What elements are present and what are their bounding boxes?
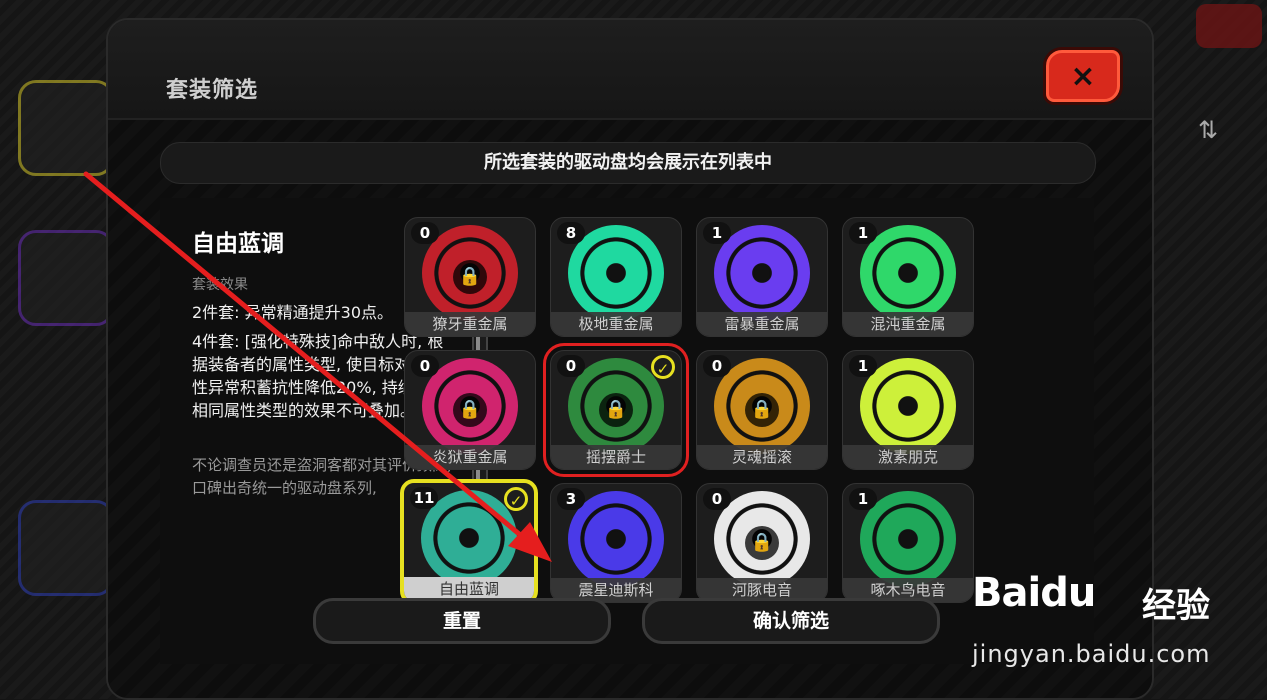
effect-label: 套装效果 — [192, 277, 248, 293]
lock-icon: 🔒 — [599, 393, 633, 427]
set-card[interactable]: 8 极地重金属 — [550, 217, 682, 337]
checkmark-icon: ✓ — [651, 355, 675, 379]
owned-count: 0 — [411, 355, 439, 377]
set-card[interactable]: 1 雷暴重金属 — [696, 217, 828, 337]
set-card[interactable]: 11 ✓ 自由蓝调 — [400, 479, 538, 605]
set-card-name: 灵魂摇滚 — [697, 445, 827, 469]
owned-count: 0 — [557, 355, 585, 377]
owned-count: 0 — [703, 488, 731, 510]
checkmark-icon: ✓ — [504, 487, 528, 511]
owned-count: 0 — [703, 355, 731, 377]
watermark-text: 经验 — [1142, 586, 1210, 626]
watermark-url: jingyan.baidu.com — [972, 640, 1211, 668]
notice-banner: 所选套装的驱动盘均会展示在列表中 — [160, 142, 1096, 184]
background-card — [18, 500, 114, 596]
owned-count: 11 — [410, 487, 438, 509]
reset-button[interactable]: 重置 — [313, 598, 611, 644]
set-card-name: 混沌重金属 — [843, 312, 973, 336]
set-card-name: 雷暴重金属 — [697, 312, 827, 336]
set-card[interactable]: 1 混沌重金属 — [842, 217, 974, 337]
dialog-header: 套装筛选 × — [108, 20, 1152, 120]
owned-count: 1 — [703, 222, 731, 244]
set-card-name: 炎狱重金属 — [405, 445, 535, 469]
baidu-watermark: Baidu 经验 jingyan.baidu.com — [972, 570, 1262, 690]
set-card[interactable]: 1 激素朋克 — [842, 350, 974, 470]
sort-icon[interactable]: ⇅ — [1190, 112, 1226, 148]
owned-count: 1 — [849, 488, 877, 510]
set-card-name: 摇摆爵士 — [551, 445, 681, 469]
owned-count: 8 — [557, 222, 585, 244]
lock-icon: 🔒 — [745, 393, 779, 427]
baidu-logo: Baidu — [972, 570, 1096, 616]
lock-icon: 🔒 — [453, 260, 487, 294]
set-card[interactable]: 0 🔒 炎狱重金属 — [404, 350, 536, 470]
owned-count: 1 — [849, 222, 877, 244]
confirm-filter-button[interactable]: 确认筛选 — [642, 598, 940, 644]
set-card[interactable]: 1 啄木鸟电音 — [842, 483, 974, 603]
dialog-title: 套装筛选 — [166, 78, 259, 103]
set-name: 自由蓝调 — [192, 231, 284, 257]
owned-count: 1 — [849, 355, 877, 377]
close-icon: × — [1070, 58, 1096, 94]
background-card — [18, 230, 114, 326]
set-card[interactable]: 0 🔒 獠牙重金属 — [404, 217, 536, 337]
set-card-name: 极地重金属 — [551, 312, 681, 336]
set-card-name: 激素朋克 — [843, 445, 973, 469]
set-card[interactable]: 0 🔒 河豚电音 — [696, 483, 828, 603]
set-card-name: 獠牙重金属 — [405, 312, 535, 336]
owned-count: 3 — [557, 488, 585, 510]
lock-icon: 🔒 — [745, 526, 779, 560]
content-area: 自由蓝调 套装效果 2件套: 异常精通提升30点。 4件套: [强化特殊技]命中… — [160, 198, 1094, 664]
background-close-button — [1196, 4, 1262, 48]
owned-count: 0 — [411, 222, 439, 244]
lock-icon: 🔒 — [453, 393, 487, 427]
set-card[interactable]: 3 震星迪斯科 — [550, 483, 682, 603]
background-card — [18, 80, 114, 176]
set-card[interactable]: 0 🔒 ✓ 摇摆爵士 — [543, 343, 689, 477]
close-button[interactable]: × — [1046, 50, 1120, 102]
set-card[interactable]: 0 🔒 灵魂摇滚 — [696, 350, 828, 470]
